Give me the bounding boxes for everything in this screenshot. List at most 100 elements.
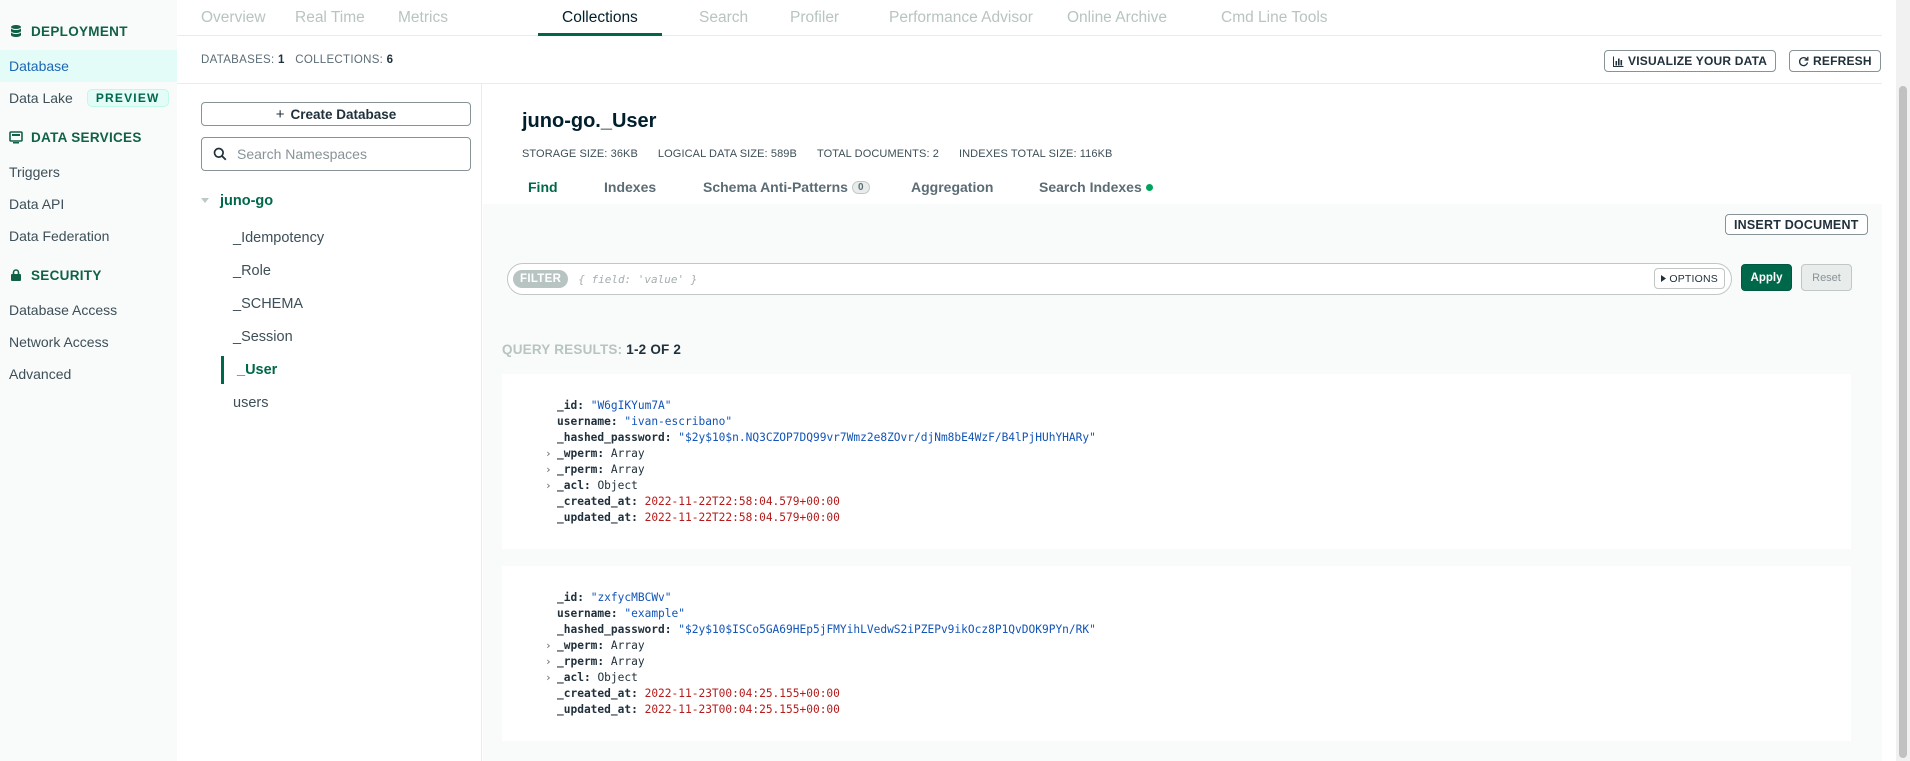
apply-button[interactable]: Apply: [1741, 264, 1792, 291]
tab-find-label: Find: [528, 179, 558, 195]
sidebar-item-label: Advanced: [9, 366, 72, 382]
sidebar-item-label: Data API: [9, 196, 65, 212]
cluster-stats: DATABASES: 1 COLLECTIONS: 6: [201, 54, 393, 66]
doc-field-expandable[interactable]: › _wperm: Array: [545, 446, 645, 462]
database-icon: [11, 25, 21, 37]
field-key: _acl:: [557, 671, 591, 684]
doc-field: username: "ivan-escribano": [557, 414, 732, 430]
logical-data-size: LOGICAL DATA SIZE: 589B: [657, 148, 797, 160]
tab-collections[interactable]: Collections: [538, 0, 662, 36]
namespace-panel: + Create Database juno-go _Idempotency _…: [177, 84, 482, 761]
query-area: INSERT DOCUMENT FILTER OPTIONS Apply Res…: [483, 204, 1882, 761]
tab-schema-anti-patterns[interactable]: Schema Anti-Patterns 0: [703, 179, 870, 195]
sidebar-item-triggers[interactable]: Triggers: [0, 156, 177, 188]
database-node-juno-go[interactable]: juno-go: [200, 193, 273, 209]
field-value: "$2y$10$n.NQ3CZOP7DQ99vr7Wmz2e8ZOvr/djNm…: [678, 431, 1096, 444]
reset-button[interactable]: Reset: [1801, 264, 1852, 291]
status-dot: [1145, 183, 1153, 191]
doc-field: _created_at: 2022-11-22T22:58:04.579+00:…: [557, 494, 840, 510]
sidebar-item-network-access[interactable]: Network Access: [0, 326, 177, 358]
tab-indexes-label: Indexes: [604, 179, 657, 195]
field-key: _created_at:: [557, 495, 638, 508]
tab-performance-advisor[interactable]: Performance Advisor: [865, 0, 1057, 36]
tab-metrics[interactable]: Metrics: [374, 0, 472, 36]
field-value: 2022-11-23T00:04:25.155+00:00: [644, 703, 840, 716]
tab-search-indexes[interactable]: Search Indexes: [1039, 179, 1153, 195]
field-key: _created_at:: [557, 687, 638, 700]
collection-item-role[interactable]: _Role: [233, 257, 433, 285]
cluster-stats-bar: DATABASES: 1 COLLECTIONS: 6 VISUALIZE YO…: [177, 36, 1882, 84]
sidebar-item-label: Database Access: [9, 302, 118, 318]
tab-find[interactable]: Find: [528, 179, 558, 195]
sidebar-item-data-api[interactable]: Data API: [0, 188, 177, 220]
field-key: _hashed_password:: [557, 623, 672, 636]
field-value: 2022-11-23T00:04:25.155+00:00: [644, 687, 840, 700]
tab-search[interactable]: Search: [675, 0, 772, 36]
lock-icon: [11, 269, 21, 281]
security-heading-label: SECURITY: [31, 267, 102, 283]
caret-right-icon: ›: [545, 639, 552, 652]
query-results-summary: QUERY RESULTS: 1-2 OF 2: [502, 342, 681, 357]
sidebar-item-data-lake[interactable]: Data Lake PREVIEW: [0, 82, 177, 114]
collection-item-session[interactable]: _Session: [233, 323, 433, 351]
tab-real-time[interactable]: Real Time: [271, 0, 389, 36]
collection-item-user[interactable]: _User: [221, 356, 421, 384]
doc-field-expandable[interactable]: › _acl: Object: [545, 478, 638, 494]
insert-document-button[interactable]: INSERT DOCUMENT: [1725, 214, 1868, 235]
tab-online-archive[interactable]: Online Archive: [1043, 0, 1191, 36]
options-button[interactable]: OPTIONS: [1654, 268, 1725, 289]
data-services-icon: [9, 131, 23, 144]
filter-input[interactable]: [578, 272, 1659, 286]
security-heading: SECURITY: [0, 260, 177, 290]
collections-count: 6: [386, 54, 394, 66]
data-services-heading: DATA SERVICES: [0, 122, 177, 152]
collection-item-idempotency[interactable]: _Idempotency: [233, 224, 433, 252]
caret-right-icon: ›: [545, 463, 552, 476]
create-database-button[interactable]: + Create Database: [201, 102, 471, 126]
collection-title: juno-go._User: [522, 110, 657, 132]
visualize-data-label: VISUALIZE YOUR DATA: [1628, 54, 1768, 68]
tab-aggregation-label: Aggregation: [911, 179, 994, 195]
sidebar-item-advanced[interactable]: Advanced: [0, 358, 177, 390]
caret-right-icon: ›: [545, 479, 552, 492]
field-value: Object: [597, 479, 638, 492]
refresh-label: REFRESH: [1813, 54, 1872, 68]
field-value: Array: [610, 639, 645, 652]
page-scrollbar[interactable]: [1896, 0, 1910, 761]
sidebar-item-data-federation[interactable]: Data Federation: [0, 220, 177, 252]
chevron-down-icon: [201, 198, 209, 203]
scrollbar-thumb[interactable]: [1899, 86, 1907, 758]
field-value: "zxfycMBCWv": [590, 591, 672, 604]
doc-field: username: "example": [557, 606, 685, 622]
filter-label: FILTER: [513, 270, 569, 288]
databases-label: DATABASES:: [201, 54, 275, 66]
sidebar-item-label: Triggers: [9, 164, 60, 180]
sidebar-item-database[interactable]: Database: [0, 50, 177, 82]
collection-item-users[interactable]: users: [233, 389, 433, 417]
document-card: _id: "zxfycMBCWv" username: "example" _h…: [502, 566, 1851, 741]
collection-item-schema[interactable]: _SCHEMA: [233, 290, 433, 318]
databases-count: 1: [278, 54, 285, 66]
doc-field: _hashed_password: "$2y$10$ISCo5GA69HEp5j…: [557, 622, 1096, 638]
document-card: _id: "W6gIKYum7A" username: "ivan-escrib…: [502, 374, 1851, 549]
doc-field-expandable[interactable]: › _wperm: Array: [545, 638, 645, 654]
field-key: _wperm:: [557, 639, 605, 652]
namespace-search-input[interactable]: [237, 146, 457, 162]
filter-bar: FILTER OPTIONS: [507, 263, 1732, 295]
tab-cmd-line-tools[interactable]: Cmd Line Tools: [1197, 0, 1352, 36]
field-value: "W6gIKYum7A": [590, 399, 672, 412]
field-value: Array: [610, 447, 645, 460]
tab-schema-anti-patterns-label: Schema Anti-Patterns: [703, 179, 848, 195]
doc-field-expandable[interactable]: › _rperm: Array: [545, 654, 645, 670]
tab-profiler[interactable]: Profiler: [766, 0, 863, 36]
doc-field-expandable[interactable]: › _acl: Object: [545, 670, 638, 686]
doc-field: _updated_at: 2022-11-22T22:58:04.579+00:…: [557, 510, 840, 526]
doc-field-expandable[interactable]: › _rperm: Array: [545, 462, 645, 478]
tab-indexes[interactable]: Indexes: [604, 179, 656, 195]
tab-aggregation[interactable]: Aggregation: [911, 179, 993, 195]
visualize-data-button[interactable]: VISUALIZE YOUR DATA: [1604, 50, 1777, 72]
storage-size: STORAGE SIZE: 36KB: [522, 148, 638, 160]
refresh-button[interactable]: REFRESH: [1789, 50, 1881, 72]
field-value: Object: [597, 671, 638, 684]
sidebar-item-database-access[interactable]: Database Access: [0, 294, 177, 326]
